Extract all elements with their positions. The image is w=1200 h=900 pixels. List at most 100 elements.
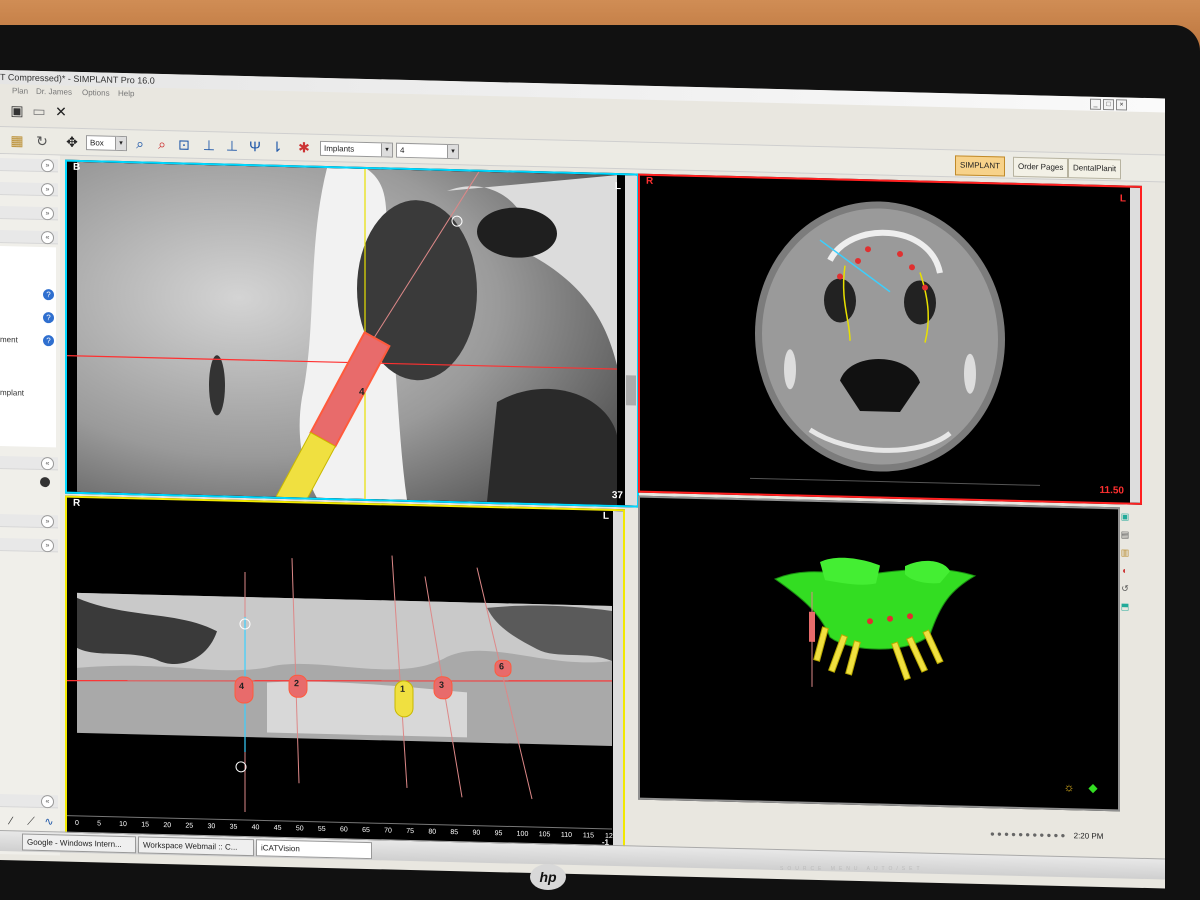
reset-icon[interactable]: ↺ <box>1118 579 1132 597</box>
tray-icons: ● ● ● ● ● ● ● ● ● ● ● <box>990 829 1066 841</box>
cross-section-image[interactable] <box>67 161 637 506</box>
zoom-icon[interactable]: ⌕ <box>131 134 149 152</box>
panel-section[interactable]: » <box>0 206 58 221</box>
tools-icon[interactable]: ✕ <box>52 102 70 120</box>
tab-order-pages-label: Order Pages <box>1018 161 1064 172</box>
line-icon[interactable]: ⟋ <box>22 813 40 831</box>
implant-number-dropdown[interactable]: 4 ▾ <box>396 142 459 160</box>
menu-plan[interactable]: Plan <box>12 86 28 95</box>
ruler-tick-label: 50 <box>295 825 304 833</box>
cross-section-view[interactable]: B L 4 37 <box>65 159 639 508</box>
menu-options[interactable]: Options <box>82 88 110 98</box>
select-mode-value: Box <box>90 138 104 148</box>
comment-icon[interactable]: ▭ <box>30 102 48 120</box>
ruler-tick-label: 90 <box>472 829 481 837</box>
measure-icon[interactable]: ⇂ <box>268 138 286 156</box>
fit-view-icon[interactable]: ⊡ <box>175 135 193 153</box>
window-controls: _ □ × <box>1090 98 1127 111</box>
panoramic-image[interactable] <box>67 498 623 850</box>
collapse-icon[interactable]: » <box>41 159 54 173</box>
3d-tool-strip: ▣ ▤ ▥ ◐ ↺ ⬒ <box>1118 507 1132 627</box>
add-implant-icon[interactable]: ⊥ <box>200 136 218 154</box>
settings-icon[interactable]: ✱ <box>295 138 313 156</box>
close-icon[interactable]: × <box>1116 99 1127 111</box>
nerve-icon[interactable]: Ψ <box>246 137 264 155</box>
chevron-down-icon: ▾ <box>381 143 392 157</box>
object-type-dropdown[interactable]: Implants ▾ <box>320 140 393 158</box>
view-top-icon[interactable]: ▥ <box>1118 543 1132 561</box>
save-icon[interactable]: ▣ <box>8 101 26 119</box>
tab-simplant[interactable]: SIMPLANT <box>955 155 1006 177</box>
slice-position: 11.50 <box>1099 484 1124 497</box>
ruler-tick-label: 45 <box>273 824 282 832</box>
panel-content <box>0 246 56 448</box>
implant-number-value: 4 <box>400 145 405 155</box>
expand-icon[interactable]: « <box>41 795 54 809</box>
axial-view[interactable]: R L 11.50 <box>638 173 1142 505</box>
taskbar-item-icatvision[interactable]: iCATVision <box>256 839 372 860</box>
scrollbar-thumb[interactable] <box>626 375 636 406</box>
expand-icon[interactable]: « <box>41 457 54 471</box>
tab-dentalplanit[interactable]: DentalPlanit <box>1068 158 1122 180</box>
ruler-tick-label: 115 <box>582 832 595 840</box>
chevron-down-icon: ▾ <box>447 144 458 159</box>
rotate-icon[interactable]: ↻ <box>33 132 51 150</box>
ruler-tick-label: 10 <box>119 820 127 829</box>
minimize-icon[interactable]: _ <box>1090 98 1101 110</box>
collapse-icon[interactable]: » <box>41 207 54 221</box>
panel-section[interactable]: « <box>0 794 58 809</box>
help-icon[interactable]: ? <box>43 289 54 301</box>
user-icon <box>40 476 50 488</box>
tab-order-pages[interactable]: Order Pages <box>1013 156 1069 179</box>
ruler-tick-label: 5 <box>97 820 101 828</box>
vertical-scrollbar[interactable] <box>613 510 623 850</box>
move-icon[interactable]: ✥ <box>63 133 81 151</box>
menu-dr-james[interactable]: Dr. James <box>36 87 72 97</box>
export-icon[interactable]: ⬒ <box>1118 597 1132 615</box>
taskbar-label: iCATVision <box>261 843 300 854</box>
ruler-tick-label: 20 <box>163 821 172 830</box>
view-front-icon[interactable]: ▣ <box>1118 507 1132 525</box>
panoramic-view[interactable]: R L 4 2 1 3 6 0 5 10 15 20 25 30 35 40 45 50 55 60 65… <box>65 495 625 852</box>
draw-icon[interactable]: ⁄ <box>2 812 20 830</box>
graph-icon[interactable]: ∿ <box>40 813 58 831</box>
panel-section[interactable]: » <box>0 538 58 553</box>
panel-section[interactable]: « <box>0 456 58 471</box>
vertical-scrollbar[interactable] <box>625 175 637 506</box>
ruler-tick-label: 100 <box>516 830 529 838</box>
light-icon[interactable]: ☼ <box>1060 778 1078 796</box>
help-icon[interactable]: ? <box>43 312 54 324</box>
slice-number: 37 <box>611 489 623 502</box>
panel-section[interactable]: » <box>0 182 58 197</box>
zoom-reset-icon[interactable]: ⌕ <box>153 135 171 153</box>
panel-section[interactable]: « <box>0 230 58 245</box>
taskbar-item-google[interactable]: Google - Windows Intern... <box>22 833 136 854</box>
window-title: T Compressed)* - SIMPLANT Pro 16.0 <box>0 72 155 86</box>
implant-label: 4 <box>239 680 245 691</box>
maximize-icon[interactable]: □ <box>1103 98 1114 111</box>
panel-section[interactable]: » <box>0 158 58 173</box>
clock: 2:20 PM <box>1073 831 1104 841</box>
open-icon[interactable]: ▦ <box>8 131 26 149</box>
3d-model[interactable] <box>640 498 1118 810</box>
ruler-tick-label: 70 <box>384 827 392 835</box>
3d-view[interactable]: ☼ ◆ <box>638 495 1120 812</box>
collapse-icon[interactable]: » <box>41 183 54 197</box>
collapse-icon[interactable]: » <box>41 515 54 529</box>
add-abutment-icon[interactable]: ⊥ <box>223 136 241 154</box>
taskbar-item-webmail[interactable]: Workspace Webmail :: C... <box>138 836 254 857</box>
view-side-icon[interactable]: ▤ <box>1118 525 1132 543</box>
menu-help[interactable]: Help <box>118 89 134 98</box>
select-mode-dropdown[interactable]: Box ▾ <box>86 135 127 152</box>
opacity-icon[interactable]: ◐ <box>1118 561 1132 579</box>
panel-section[interactable]: » <box>0 514 58 529</box>
monitor-buttons[interactable]: SOURCE MENU AUTO/SET <box>780 866 924 872</box>
collapse-icon[interactable]: » <box>41 539 54 553</box>
model-toggle-icon[interactable]: ◆ <box>1084 778 1102 796</box>
implant-label: 2 <box>294 678 300 689</box>
vertical-scrollbar[interactable] <box>1130 187 1140 503</box>
help-icon[interactable]: ? <box>43 335 54 347</box>
expand-icon[interactable]: « <box>41 231 54 245</box>
axial-image[interactable] <box>640 176 1140 503</box>
ruler-tick-label: 60 <box>340 826 348 834</box>
